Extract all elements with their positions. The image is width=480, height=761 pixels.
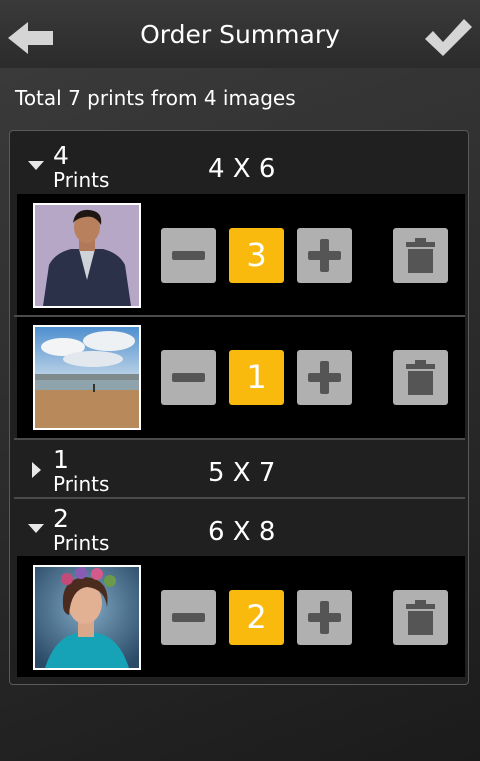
increase-quantity-button[interactable] [297, 228, 352, 283]
top-bar: Order Summary [0, 0, 480, 68]
delete-item-button[interactable] [393, 350, 448, 405]
beach-image [35, 327, 139, 428]
plus-icon [308, 601, 341, 634]
quantity-value: 2 [229, 590, 284, 645]
delete-item-button[interactable] [393, 228, 448, 283]
group-size: 5 X 7 [208, 458, 276, 488]
minus-icon [172, 373, 205, 382]
group-count: 1 [53, 445, 69, 474]
group-header-6x8[interactable]: 2 Prints 6 X 8 [10, 499, 470, 559]
quantity-value: 3 [229, 228, 284, 283]
decrease-quantity-button[interactable] [161, 228, 216, 283]
print-thumbnail[interactable] [33, 565, 141, 670]
expand-caret-icon [28, 524, 44, 533]
print-item: 3 [17, 194, 465, 315]
woman-portrait-image [35, 567, 139, 668]
group-count: 2 [53, 504, 69, 533]
delete-item-button[interactable] [393, 590, 448, 645]
quantity-value: 1 [229, 350, 284, 405]
trash-icon [406, 600, 435, 635]
increase-quantity-button[interactable] [297, 350, 352, 405]
group-size: 6 X 8 [208, 517, 276, 547]
decrease-quantity-button[interactable] [161, 590, 216, 645]
plus-icon [308, 239, 341, 272]
trash-icon [406, 360, 435, 395]
group-header-5x7[interactable]: 1 Prints 5 X 7 [10, 440, 470, 500]
group-header-4x6[interactable]: 4 Prints 4 X 6 [10, 136, 470, 196]
confirm-button[interactable] [422, 14, 474, 60]
print-thumbnail[interactable] [33, 325, 141, 430]
group-unit: Prints [53, 531, 110, 555]
group-count: 4 [53, 141, 69, 170]
print-thumbnail[interactable] [33, 203, 141, 308]
order-total-summary: Total 7 prints from 4 images [15, 86, 296, 110]
decrease-quantity-button[interactable] [161, 350, 216, 405]
minus-icon [172, 251, 205, 260]
page-title: Order Summary [140, 20, 340, 49]
group-unit: Prints [53, 168, 110, 192]
order-groups-panel: 4 Prints 4 X 6 3 1 1 Prints 5 X 7 2 Prin… [9, 130, 469, 685]
plus-icon [308, 361, 341, 394]
checkmark-icon [425, 19, 472, 56]
print-item: 1 [17, 317, 465, 438]
collapse-caret-icon [32, 462, 41, 478]
minus-icon [172, 613, 205, 622]
group-unit: Prints [53, 472, 110, 496]
increase-quantity-button[interactable] [297, 590, 352, 645]
group-size: 4 X 6 [208, 154, 276, 184]
expand-caret-icon [28, 161, 44, 170]
man-portrait-image [35, 205, 139, 306]
print-item: 2 [17, 556, 465, 677]
trash-icon [406, 238, 435, 273]
